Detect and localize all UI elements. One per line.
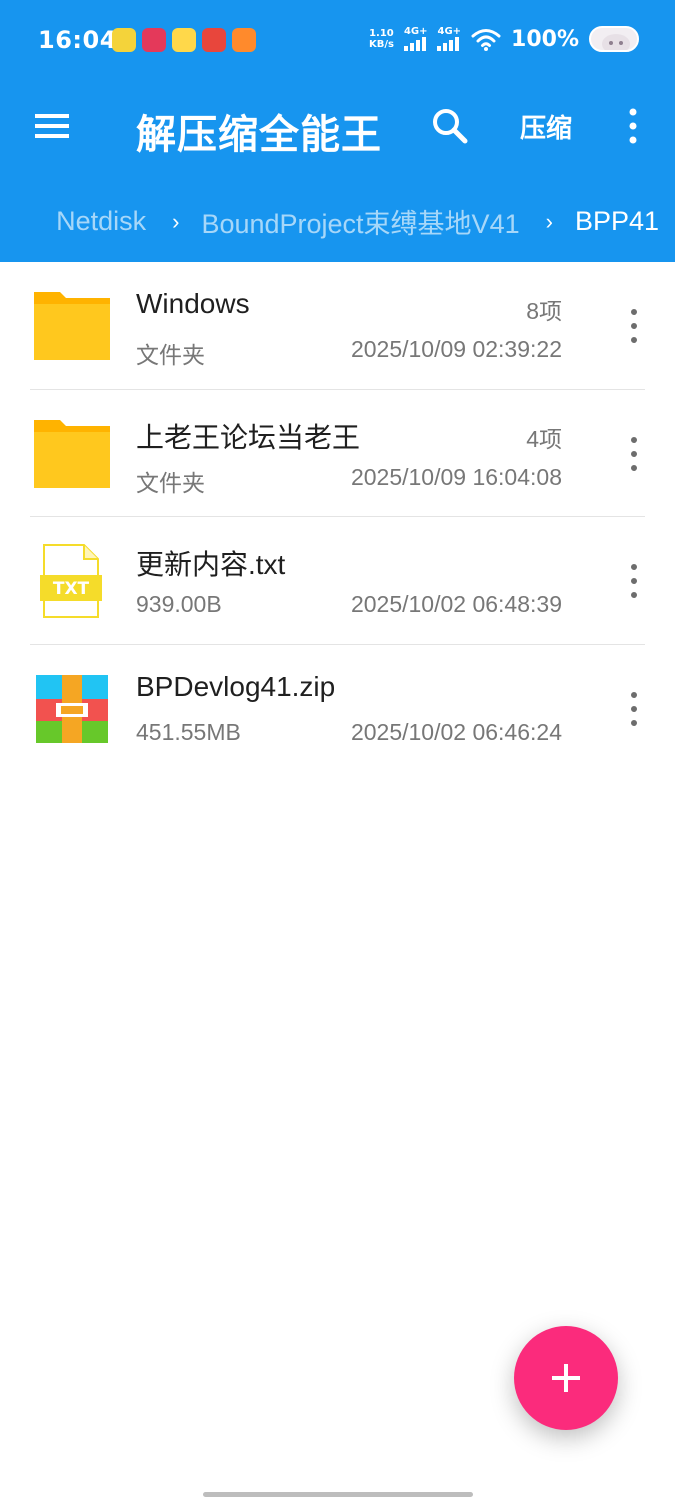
orange-app-icon (232, 28, 256, 52)
net-speed-value: 1.10 (369, 28, 394, 39)
folder-icon (34, 419, 110, 488)
row-more-button[interactable] (620, 561, 648, 601)
file-date: 2025/10/02 06:48:39 (350, 591, 562, 617)
search-icon (433, 109, 468, 144)
status-time: 16:04 (38, 26, 117, 54)
file-name: 更新内容.txt (136, 549, 286, 580)
file-date: 2025/10/09 02:39:22 (350, 336, 562, 362)
txt-file-icon: TXT (40, 544, 102, 618)
green-app-icon (112, 28, 136, 52)
status-bar: 16:04 1.10 KB/s 4G+ 4G+ 100% (0, 0, 675, 84)
red-mushroom-app-icon (202, 28, 226, 52)
breadcrumb-item-boundproject[interactable]: BoundProject束缚基地V41 (201, 202, 519, 241)
file-size: 451.55MB (136, 718, 241, 745)
item-count: 8项 (526, 298, 562, 324)
breadcrumb-item-current[interactable]: BPP41 (575, 206, 659, 237)
wifi-icon (471, 29, 501, 51)
battery-avatar-icon (589, 26, 639, 52)
row-more-button[interactable] (620, 689, 648, 729)
row-more-button[interactable] (620, 434, 648, 474)
more-vert-icon (631, 564, 637, 598)
more-vert-icon (629, 108, 637, 144)
net-speed-unit: KB/s (368, 39, 394, 50)
folder-icon (34, 292, 110, 360)
signal-label: 4G+ (437, 26, 462, 37)
more-vert-icon (631, 691, 637, 726)
zip-file-icon (36, 674, 108, 743)
file-row[interactable]: BPDevlog41.zip 451.55MB 2025/10/02 06:46… (0, 645, 675, 773)
chevron-right-icon: › (545, 208, 553, 234)
net-speed: 1.10 KB/s (369, 28, 394, 50)
breadcrumb: Netdisk › BoundProject束缚基地V41 › BPP41 (0, 180, 675, 264)
file-row[interactable]: Windows 文件夹 8项 2025/10/09 02:39:22 (0, 262, 675, 390)
header: 16:04 1.10 KB/s 4G+ 4G+ 100% 解压缩全能王 压缩 N… (0, 0, 675, 262)
file-size: 939.00B (136, 591, 222, 617)
file-name: Windows (136, 288, 250, 319)
menu-button[interactable] (30, 106, 74, 146)
search-button[interactable] (428, 104, 472, 148)
txt-icon-label: TXT (53, 579, 90, 599)
file-type: 文件夹 (136, 469, 205, 496)
chevron-right-icon: › (172, 208, 180, 234)
red-app-icon (142, 28, 166, 52)
file-row[interactable]: 上老王论坛当老王 文件夹 4项 2025/10/09 16:04:08 (0, 390, 675, 517)
row-more-button[interactable] (620, 306, 648, 346)
file-row[interactable]: TXT 更新内容.txt 939.00B 2025/10/02 06:48:39 (0, 517, 675, 645)
signal-label: 4G+ (403, 26, 428, 37)
yellow-rabbit-app-icon (172, 28, 196, 52)
item-count: 4项 (526, 425, 562, 452)
app-bar: 解压缩全能王 压缩 (0, 84, 675, 168)
status-right: 1.10 KB/s 4G+ 4G+ 100% (369, 26, 639, 52)
breadcrumb-item-netdisk[interactable]: Netdisk (56, 206, 146, 237)
file-name: 上老王论坛当老王 (136, 421, 361, 453)
file-date: 2025/10/09 16:04:08 (350, 463, 562, 490)
file-name: BPDevlog41.zip (136, 670, 336, 702)
signal-icon: 4G+ (403, 26, 428, 51)
overflow-menu-button[interactable] (618, 104, 648, 148)
file-list: Windows 文件夹 8项 2025/10/09 02:39:22 上老王论坛… (0, 262, 675, 772)
file-date: 2025/10/02 06:46:24 (350, 718, 562, 745)
notification-icons (112, 28, 256, 52)
hamburger-menu-icon (35, 114, 69, 138)
compress-button[interactable]: 压缩 (520, 108, 572, 145)
app-title: 解压缩全能王 (136, 112, 382, 158)
file-type: 文件夹 (136, 342, 205, 368)
more-vert-icon (631, 309, 637, 343)
add-fab-button[interactable] (514, 1326, 618, 1430)
gesture-nav-handle[interactable] (203, 1492, 473, 1497)
more-vert-icon (631, 436, 637, 471)
battery-level: 100% (511, 26, 579, 52)
plus-icon (552, 1364, 580, 1392)
signal-icon: 4G+ (437, 27, 461, 51)
